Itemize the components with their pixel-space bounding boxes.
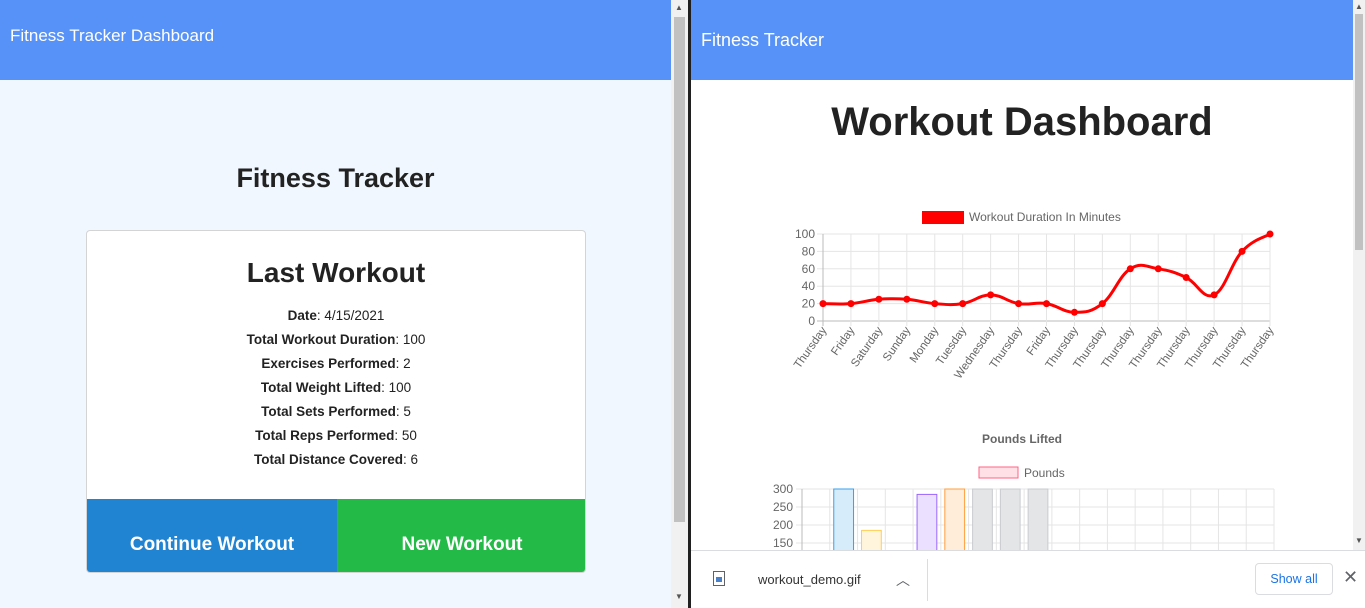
data-point [931, 300, 939, 308]
stat-value: : 6 [403, 452, 419, 467]
data-point [1043, 300, 1050, 308]
stat-value: : 50 [394, 428, 417, 443]
y-tick-label: 200 [773, 518, 793, 532]
new-workout-button[interactable]: New Workout [337, 499, 585, 572]
stat-value: : 2 [395, 356, 411, 371]
charts-canvas: Workout Duration In Minutes 0 20 40 60 80 100 T… [773, 210, 1277, 550]
scrollbar-thumb[interactable] [674, 17, 685, 522]
right-browser-window: Fitness Tracker Workout Dashboard Workou… [691, 0, 1365, 608]
stat-label: Total Workout Duration [246, 332, 396, 347]
stat-exercises: Exercises Performed: 2 [87, 355, 585, 379]
stat-weight: Total Weight Lifted: 100 [87, 379, 585, 403]
stat-label: Total Reps Performed [255, 428, 395, 443]
legend-swatch [922, 211, 964, 224]
scroll-down-icon[interactable]: ▼ [675, 592, 683, 601]
stat-distance: Total Distance Covered: 6 [87, 451, 585, 475]
show-all-button[interactable]: Show all [1255, 563, 1333, 595]
y-tick-label: 80 [802, 244, 816, 258]
stat-label: Total Distance Covered [253, 452, 404, 467]
data-point [1098, 300, 1106, 308]
x-tick-label: Friday [1025, 325, 1053, 358]
stat-value: : 100 [381, 380, 412, 395]
data-point [1015, 300, 1023, 308]
y-tick-label: 250 [773, 500, 793, 514]
bar [999, 488, 1021, 550]
data-point [819, 300, 827, 308]
close-icon[interactable]: ✕ [1343, 567, 1358, 588]
stat-date: Date: 4/15/2021 [87, 307, 585, 331]
navbar: Fitness Tracker Dashboard [0, 0, 671, 80]
workout-stats: Date: 4/15/2021 Total Workout Duration: … [87, 307, 585, 475]
scroll-up-icon[interactable]: ▲ [1355, 2, 1363, 11]
data-point [1154, 265, 1162, 273]
left-browser-window: Fitness Tracker Dashboard Fitness Tracke… [0, 0, 688, 608]
data-point [875, 295, 883, 303]
y-tick-label: 0 [808, 314, 815, 328]
stat-label: Total Sets Performed [261, 404, 396, 419]
data-point [1238, 247, 1246, 255]
scroll-up-icon[interactable]: ▲ [675, 3, 683, 12]
image-file-icon [713, 571, 725, 586]
data-point [959, 300, 967, 308]
stat-duration: Total Workout Duration: 100 [87, 331, 585, 355]
bar [972, 488, 993, 550]
download-bar: workout_demo.gif ︿ Show all ✕ [691, 550, 1365, 608]
y-tick-label: 300 [773, 482, 793, 496]
stat-value: : 5 [395, 404, 411, 419]
bar [1027, 488, 1049, 550]
data-point [987, 291, 995, 299]
y-tick-label: 40 [802, 279, 816, 293]
stat-reps: Total Reps Performed: 50 [87, 427, 585, 451]
x-tick-label: Friday [829, 325, 857, 358]
data-point [1210, 291, 1218, 299]
data-point [1266, 230, 1274, 238]
stat-label: Exercises Performed [261, 356, 396, 371]
divider [927, 559, 928, 601]
scrollbar[interactable]: ▲ ▼ [1353, 0, 1365, 550]
legend-swatch [978, 466, 1019, 479]
data-point [1126, 265, 1134, 273]
scrollbar[interactable]: ▲ ▼ [671, 0, 688, 608]
stat-label: Date [287, 308, 317, 323]
bar [944, 488, 966, 550]
stat-value: : 4/15/2021 [316, 308, 385, 323]
data-point [847, 300, 855, 308]
stat-sets: Total Sets Performed: 5 [87, 403, 585, 427]
legend-label: Workout Duration In Minutes [969, 210, 1121, 224]
chart-title: Pounds Lifted [982, 432, 1062, 446]
stat-value: : 100 [395, 332, 426, 347]
y-tick-label: 20 [802, 297, 816, 311]
x-tick-label: Thursday [792, 325, 829, 371]
data-point [1182, 274, 1190, 281]
data-point [1070, 308, 1078, 316]
bar [833, 488, 855, 550]
y-tick-label: 100 [795, 227, 815, 241]
download-file-name[interactable]: workout_demo.gif [758, 572, 861, 587]
bar [916, 493, 938, 550]
stat-label: Total Weight Lifted [260, 380, 382, 395]
continue-workout-button[interactable]: Continue Workout [87, 499, 337, 572]
data-point [903, 295, 911, 303]
y-tick-label: 150 [773, 536, 793, 550]
scroll-down-icon[interactable]: ▼ [1355, 536, 1363, 545]
page-title: Fitness Tracker [236, 163, 435, 193]
bar [861, 529, 882, 550]
chevron-up-icon[interactable]: ︿ [896, 570, 910, 590]
y-tick-label: 60 [802, 262, 816, 276]
scrollbar-thumb[interactable] [1355, 14, 1363, 250]
last-workout-card: Last Workout Date: 4/15/2021 Total Worko… [86, 230, 586, 573]
navbar-brand[interactable]: Fitness Tracker Dashboard [10, 26, 214, 46]
legend-label: Pounds [1024, 466, 1065, 480]
card-title: Last Workout [246, 257, 426, 288]
